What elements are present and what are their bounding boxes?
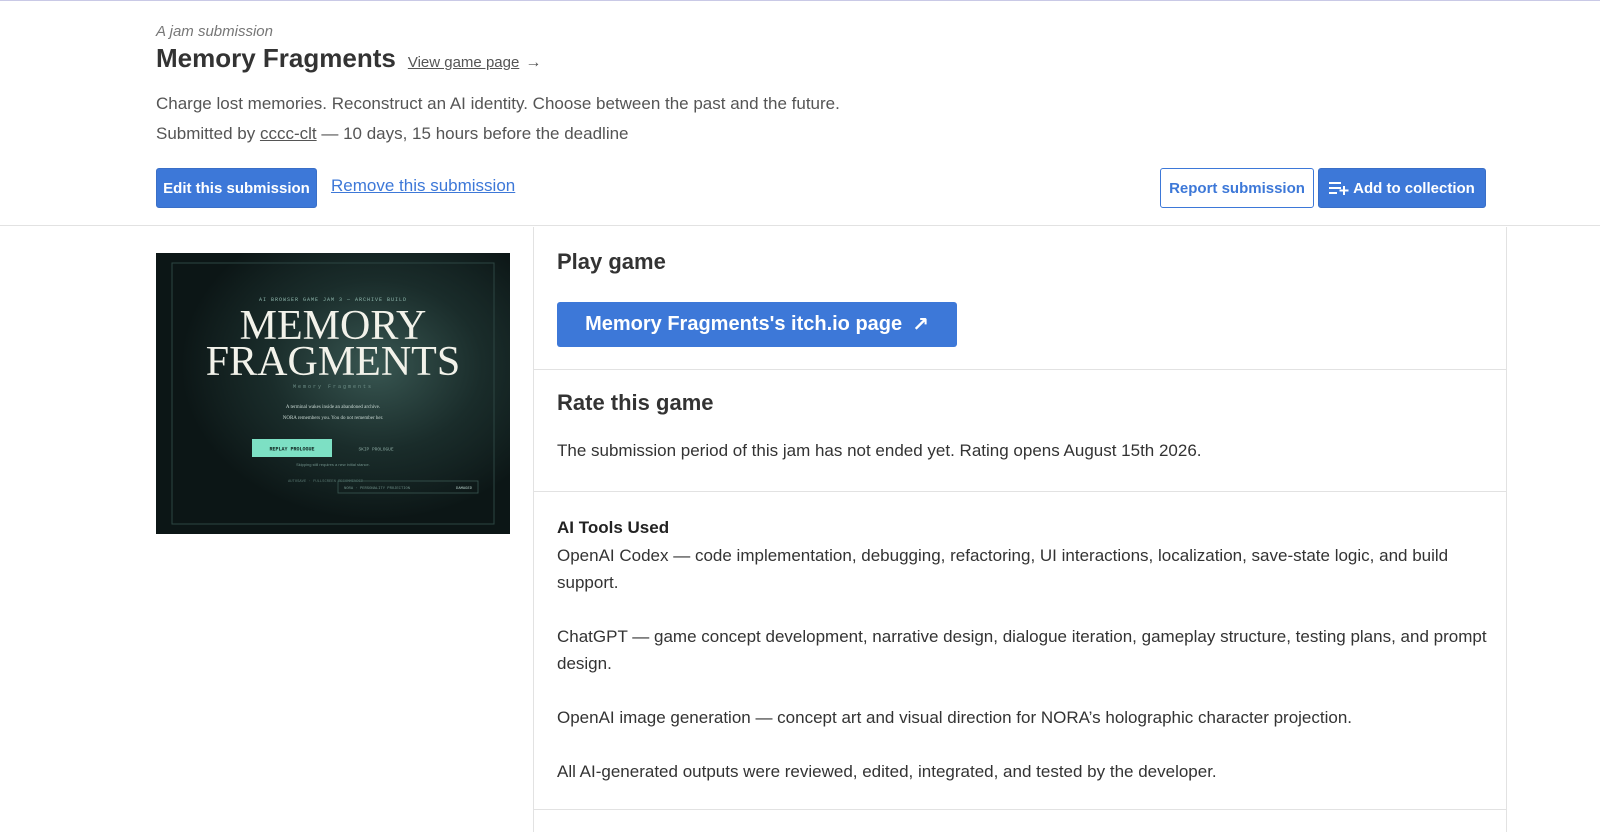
rate-heading: Rate this game [557, 390, 714, 415]
rate-section: Rate this game The submission period of … [534, 370, 1506, 492]
play-section: Play game Memory Fragments's itch.io pag… [534, 227, 1506, 370]
submitted-suffix: — 10 days, 15 hours before the deadline [316, 124, 629, 143]
rate-notice: The submission period of this jam has no… [557, 441, 1202, 460]
cover-skip-button: SKIP PROLOGUE [358, 447, 393, 453]
ai-tools-title: AI Tools Used [557, 518, 670, 537]
cover-image: AI BROWSER GAME JAM 3 — ARCHIVE BUILD ME… [156, 253, 510, 534]
itch-page-label: Memory Fragments's itch.io page [585, 313, 903, 335]
external-link-icon: ↗ [912, 314, 929, 336]
itch-page-button[interactable]: Memory Fragments's itch.io page ↗ [557, 302, 957, 347]
tagline: Charge lost memories. Reconstruct an AI … [156, 94, 840, 113]
cover-subtitle: Memory Fragments [293, 384, 373, 390]
author-link[interactable]: cccc-clt [260, 124, 317, 143]
edit-submission-button[interactable]: Edit this submission [156, 168, 317, 208]
cover-blurb-2: NORA remembers you. You do not remember … [283, 416, 384, 421]
title-row: Memory Fragments View game page → [156, 43, 541, 74]
playlist-add-icon [1329, 181, 1349, 195]
ai-paragraph-3: OpenAI image generation — concept art an… [557, 708, 1353, 727]
game-title: Memory Fragments [156, 43, 396, 73]
add-to-collection-button[interactable]: Add to collection [1318, 168, 1486, 208]
view-game-page-link[interactable]: View game page [408, 54, 519, 71]
add-to-collection-label: Add to collection [1353, 179, 1475, 197]
remove-submission-link[interactable]: Remove this submission [331, 176, 515, 196]
cover-footer-mid: NORA · PERSONALITY PROJECTION [344, 487, 410, 491]
cover-title-line2: FRAGMENTS [206, 339, 460, 385]
cover-hint: Skipping still requires a new initial st… [296, 462, 370, 467]
ai-tools-section: AI Tools Used OpenAI Codex — code implem… [534, 492, 1506, 810]
submission-header: A jam submission Memory Fragments View g… [0, 1, 1600, 226]
submitted-line: Submitted by cccc-clt — 10 days, 15 hour… [156, 124, 629, 144]
cover-footer-right: DAMAGED [456, 487, 473, 491]
arrow-right-icon: → [525, 54, 542, 71]
cover-replay-button: REPLAY PROLOGUE [269, 447, 314, 453]
main-panel: Play game Memory Fragments's itch.io pag… [533, 227, 1507, 832]
submitted-prefix: Submitted by [156, 124, 260, 143]
jam-label: A jam submission [156, 23, 273, 40]
report-submission-button[interactable]: Report submission [1160, 168, 1314, 208]
play-heading: Play game [557, 249, 666, 274]
ai-paragraph-1: OpenAI Codex — code implementation, debu… [557, 546, 1449, 592]
cover-blurb-1: A terminal wakes inside an abandoned arc… [286, 405, 380, 410]
ai-paragraph-2: ChatGPT — game concept development, narr… [557, 627, 1487, 673]
ai-paragraph-4: All AI-generated outputs were reviewed, … [557, 762, 1217, 781]
